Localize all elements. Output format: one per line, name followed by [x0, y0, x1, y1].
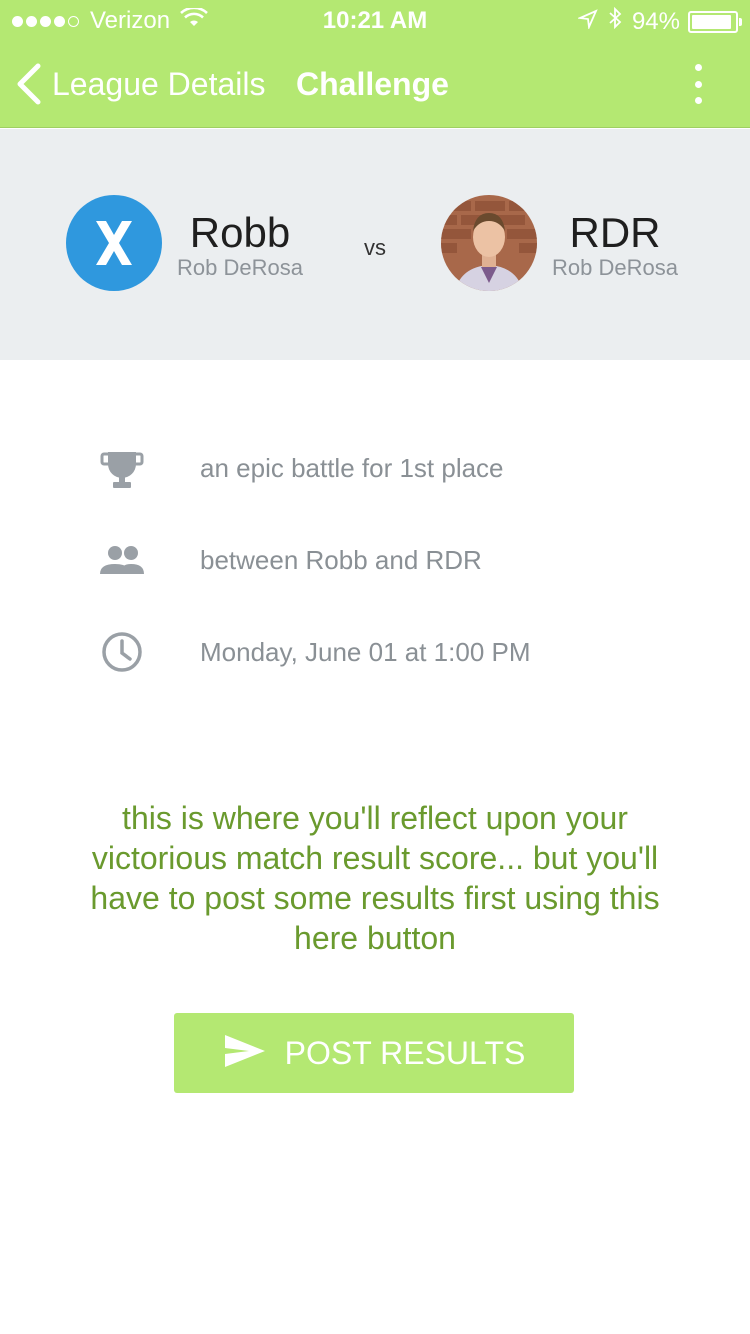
player-one-name: Robb — [189, 209, 291, 256]
send-icon — [223, 1033, 267, 1074]
detail-text: an epic battle for 1st place — [200, 453, 504, 483]
player-one-subtitle: Rob DeRosa — [177, 255, 303, 280]
vs-label: vs — [364, 235, 386, 260]
status-bar: Verizon 10:21 AM 94% — [0, 0, 750, 40]
location-arrow-icon — [576, 8, 598, 36]
back-label: League Details — [52, 65, 266, 102]
people-icon — [98, 536, 146, 584]
more-options-button[interactable] — [688, 64, 708, 104]
chevron-left-icon — [14, 62, 44, 106]
back-button[interactable]: League Details — [14, 62, 265, 106]
page-title: Challenge — [296, 66, 449, 102]
status-right: 94% — [576, 6, 742, 36]
player-two: RDR Rob DeRosa — [441, 195, 731, 293]
battery-percent: 94% — [631, 7, 680, 35]
nav-bar: League Details Challenge — [0, 40, 750, 128]
bluetooth-icon — [608, 6, 622, 36]
player-two-subtitle: Rob DeRosa — [552, 255, 678, 280]
post-results-button[interactable]: POST RESULTS — [174, 1013, 574, 1093]
detail-row-datetime: Monday, June 01 at 1:00 PM — [0, 622, 750, 682]
trophy-icon — [98, 444, 146, 492]
battery-icon — [688, 10, 742, 33]
detail-text: Monday, June 01 at 1:00 PM — [200, 637, 531, 667]
detail-row-description: an epic battle for 1st place — [0, 438, 750, 498]
empty-results-message: this is where you'll reflect upon your v… — [90, 800, 660, 956]
player-two-name: RDR — [569, 209, 661, 256]
detail-row-participants: between Robb and RDR — [0, 530, 750, 590]
clock-icon — [98, 628, 146, 676]
detail-text: between Robb and RDR — [200, 545, 482, 575]
header: Verizon 10:21 AM 94% League Details Chal… — [0, 0, 750, 128]
player-one: Robb Rob DeRosa — [66, 195, 356, 293]
versus-panel: Robb Rob DeRosa vs RDR Rob DeRosa — [0, 129, 750, 360]
post-results-label: POST RESULTS — [284, 1034, 526, 1071]
more-vertical-icon — [694, 64, 702, 71]
